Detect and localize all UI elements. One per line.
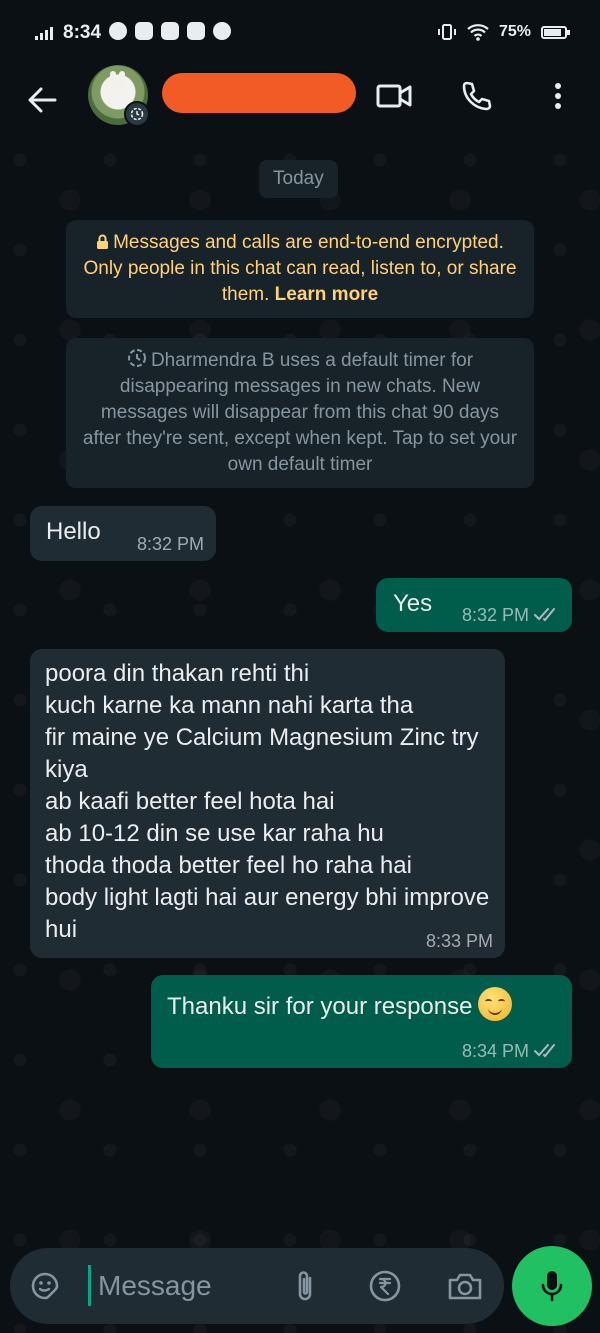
chat-messages[interactable]: Today Messages and calls are end-to-end … xyxy=(0,140,600,1240)
app-notification-icon xyxy=(187,22,205,40)
camera-icon xyxy=(448,1273,482,1300)
double-check-icon xyxy=(534,1044,555,1058)
battery-percent: 75% xyxy=(498,23,531,40)
status-time: 8:34 xyxy=(63,22,102,43)
learn-more-link[interactable]: Learn more xyxy=(275,284,378,305)
message-time: 8:32 PM xyxy=(136,534,204,554)
message-time: 8:32 PM xyxy=(461,605,529,625)
text-caret xyxy=(88,1265,91,1306)
battery-icon xyxy=(541,25,570,39)
phone-icon xyxy=(462,81,492,111)
paperclip-icon xyxy=(298,1271,312,1301)
double-check-icon xyxy=(534,608,555,622)
message-composer xyxy=(10,1248,504,1324)
message-time: 8:34 PM xyxy=(461,1041,529,1061)
message-text: Hello xyxy=(46,518,101,545)
avatar-image xyxy=(110,71,116,89)
message-bubble-incoming[interactable]: poora din thakan rehti thi kuch karne ka… xyxy=(30,649,505,958)
timer-icon xyxy=(127,349,146,367)
smiling-face-icon xyxy=(478,987,513,1021)
arrow-left-icon xyxy=(28,87,57,113)
instagram-icon xyxy=(135,22,153,40)
message-bubble-incoming[interactable]: Hello 8:32 PM xyxy=(30,506,216,561)
encryption-notice[interactable]: Messages and calls are end-to-end encryp… xyxy=(66,220,534,318)
signal-icon xyxy=(35,26,53,40)
leaf-icon xyxy=(213,22,231,40)
more-vertical-icon xyxy=(555,83,561,109)
message-bubble-outgoing[interactable]: Thanku sir for your response 8:34 PM xyxy=(151,975,572,1068)
chat-header xyxy=(0,64,600,140)
message-meta: 8:32 PM xyxy=(137,533,204,555)
timer-icon xyxy=(130,107,144,121)
rupee-icon xyxy=(369,1270,401,1302)
message-input[interactable] xyxy=(98,1265,278,1307)
wifi-icon xyxy=(467,24,489,41)
message-meta: 8:34 PM xyxy=(462,1040,560,1062)
status-right: 75% xyxy=(437,22,570,42)
microphone-icon xyxy=(541,1271,563,1302)
message-text: Yes xyxy=(393,590,433,617)
disappearing-timer-badge xyxy=(124,101,150,127)
video-call-button[interactable] xyxy=(372,74,416,118)
contact-name-redacted[interactable] xyxy=(162,73,356,113)
message-meta: 8:32 PM xyxy=(462,604,560,626)
video-camera-icon xyxy=(376,84,412,108)
status-time-group: 8:34 xyxy=(35,22,101,44)
attach-button[interactable] xyxy=(284,1265,326,1307)
contact-avatar[interactable] xyxy=(88,65,150,127)
message-time: 8:33 PM xyxy=(425,931,493,951)
disappearing-timer-notice[interactable]: Dharmendra B uses a default timer for di… xyxy=(66,338,534,488)
camera-button[interactable] xyxy=(444,1265,486,1307)
gmail-icon xyxy=(161,22,179,40)
sticker-icon xyxy=(31,1272,59,1300)
header-actions xyxy=(334,74,580,118)
timer-notice-text: Dharmendra B uses a default timer for di… xyxy=(82,350,518,475)
back-button[interactable] xyxy=(22,80,62,120)
payment-button[interactable] xyxy=(364,1265,406,1307)
notification-icons xyxy=(109,22,231,40)
more-options-button[interactable] xyxy=(536,74,580,118)
date-chip: Today xyxy=(259,160,338,198)
message-text: Thanku sir for your response xyxy=(167,993,473,1020)
message-meta: 8:33 PM xyxy=(426,930,493,952)
voice-call-button[interactable] xyxy=(454,74,498,118)
status-bar: 8:34 75% xyxy=(0,0,600,64)
lock-icon xyxy=(97,234,109,249)
message-bubble-outgoing[interactable]: Yes 8:32 PM xyxy=(376,578,572,632)
vibrate-icon xyxy=(437,24,456,40)
spotify-icon xyxy=(109,22,127,40)
voice-message-button[interactable] xyxy=(512,1246,592,1326)
sticker-button[interactable] xyxy=(24,1265,66,1307)
message-text: poora din thakan rehti thi kuch karne ka… xyxy=(45,660,490,943)
